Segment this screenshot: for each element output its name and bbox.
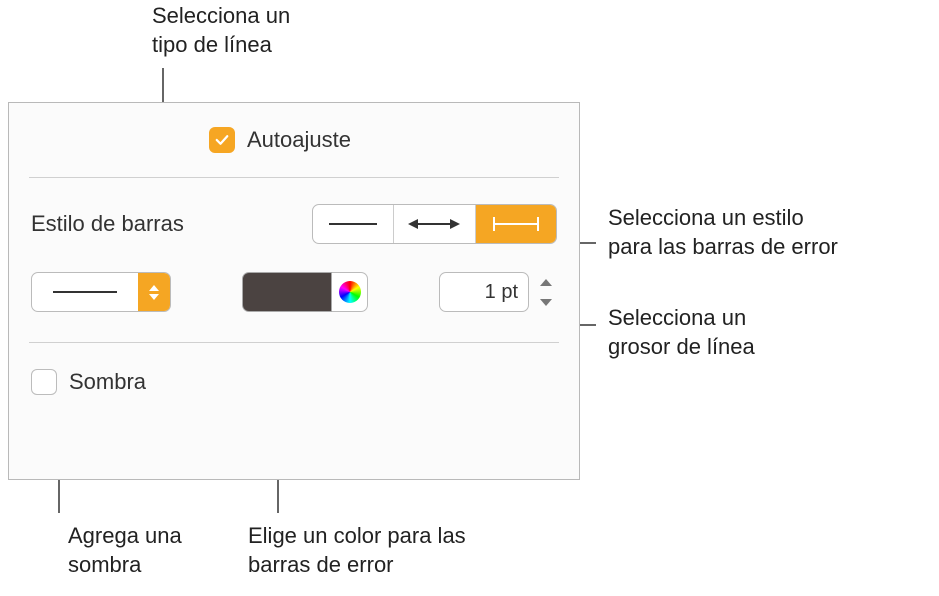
line-weight-input[interactable]: 1 pt [439,272,529,312]
bar-style-option-cap-ends[interactable] [476,205,556,243]
line-type-dropdown[interactable] [31,272,171,312]
shadow-row: Sombra [9,343,579,413]
bar-style-option-arrow-ends[interactable] [394,205,475,243]
line-type-preview [32,282,138,302]
chevron-up-down-icon [138,273,170,311]
line-weight-stepper [535,274,557,311]
line-weight-group: 1 pt [439,272,557,312]
inspector-panel: Autoajuste Estilo de barras [8,102,580,480]
bar-style-label: Estilo de barras [31,211,184,237]
autofit-label: Autoajuste [247,127,351,153]
shadow-checkbox[interactable] [31,369,57,395]
line-color-well[interactable] [242,272,332,312]
color-picker-button[interactable] [332,272,368,312]
bar-style-segmented [312,204,557,244]
color-wheel-icon [339,281,361,303]
autofit-checkbox[interactable] [209,127,235,153]
autofit-row: Autoajuste [9,103,579,177]
shadow-label: Sombra [69,369,146,395]
line-color-group [242,272,368,312]
bar-style-row: Estilo de barras [9,178,579,262]
stepper-down-button[interactable] [535,294,557,311]
stepper-up-button[interactable] [535,274,557,291]
bar-style-option-plain-line[interactable] [313,205,394,243]
line-settings-row: 1 pt [9,262,579,342]
